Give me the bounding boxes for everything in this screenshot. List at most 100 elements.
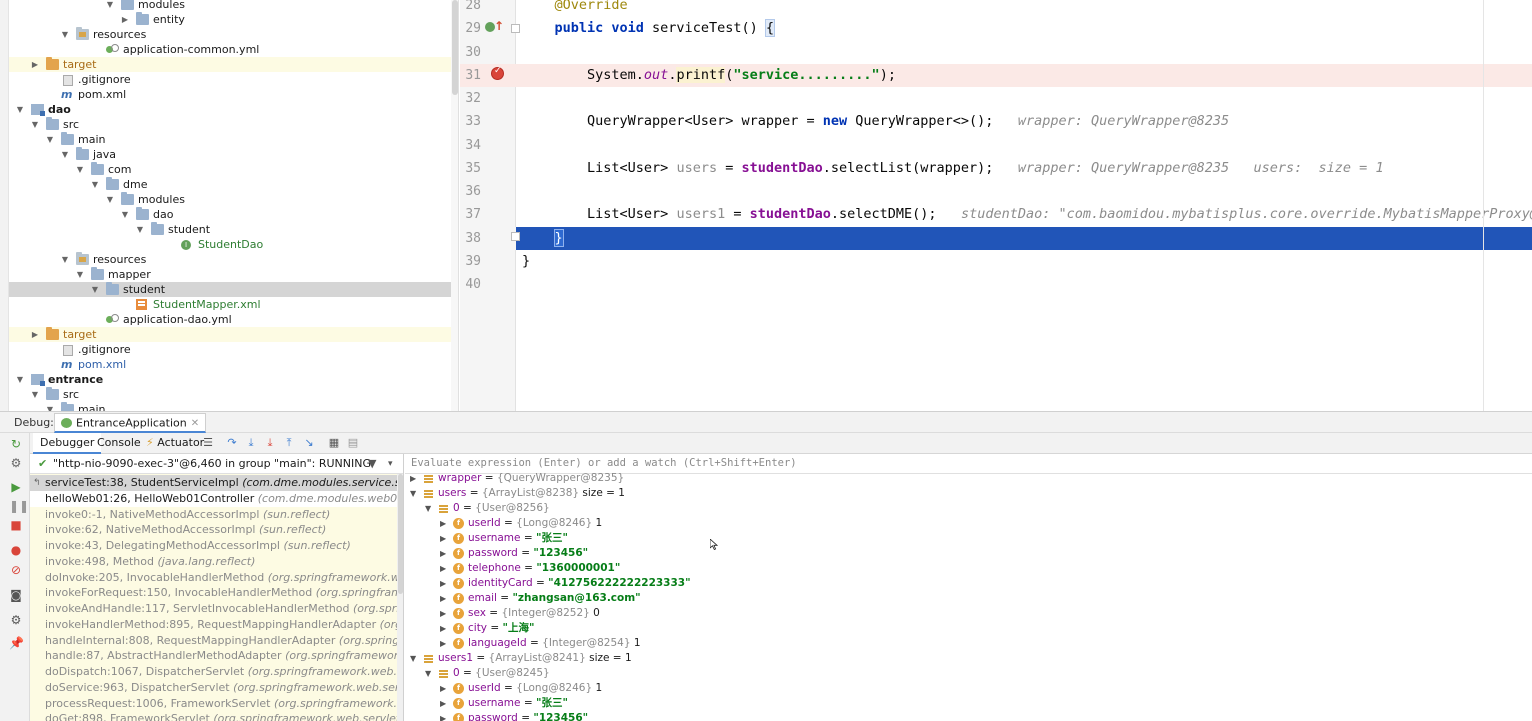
stack-frame[interactable]: helloWeb01:26, HelloWeb01Controller (com…	[30, 490, 403, 507]
filter-icon[interactable]: ▼	[368, 454, 376, 474]
chevron-down-icon[interactable]: ▼	[90, 177, 100, 192]
chevron-right-icon[interactable]: ▶	[440, 711, 446, 721]
tree-item[interactable]: .gitignore	[9, 342, 451, 357]
settings-wrench-icon[interactable]: ⚙	[9, 456, 23, 470]
tree-item[interactable]: ▼ src	[9, 117, 451, 132]
code-line[interactable]: 28 @Override	[460, 0, 1532, 17]
chevron-right-icon[interactable]: ▶	[440, 531, 446, 546]
tree-item[interactable]: ▶ entity	[9, 12, 451, 27]
tree-item[interactable]: ▶ target	[9, 57, 451, 72]
tree-item[interactable]: StudentMapper.xml	[9, 297, 451, 312]
tree-item[interactable]: ▼ dao	[9, 207, 451, 222]
pause-icon[interactable]: ❚❚	[9, 499, 29, 513]
tree-item[interactable]: ▼ dao	[9, 102, 451, 117]
code-line[interactable]: 34	[460, 134, 1532, 157]
code-line[interactable]: 39}	[460, 250, 1532, 273]
settings-icon[interactable]: ⚙	[9, 613, 23, 627]
variable-row[interactable]: ▶ f password = "123456"	[405, 546, 1532, 561]
variables-panel[interactable]: Evaluate expression (Enter) or add a wat…	[405, 454, 1532, 721]
tree-item[interactable]: I StudentDao	[9, 237, 451, 252]
chevron-right-icon[interactable]: ▶	[440, 516, 446, 531]
stack-frame[interactable]: doGet:898, FrameworkServlet (org.springf…	[30, 711, 403, 721]
stack-frame[interactable]: doDispatch:1067, DispatcherServlet (org.…	[30, 664, 403, 680]
code-line[interactable]: 35 List<User> users = studentDao.selectL…	[460, 157, 1532, 180]
tree-item[interactable]: ▼ java	[9, 147, 451, 162]
frames-scrollbar[interactable]	[397, 474, 403, 721]
fold-marker-icon[interactable]	[511, 232, 520, 241]
variable-row[interactable]: ▶ f email = "zhangsan@163.com"	[405, 591, 1532, 606]
chevron-down-icon[interactable]: ▼	[45, 132, 55, 147]
view-breakpoints-icon[interactable]: ●	[9, 543, 23, 557]
tree-item[interactable]: ▼ main	[9, 402, 451, 411]
run-to-cursor-icon[interactable]: ↘	[302, 436, 316, 450]
override-arrow-icon[interactable]: ↑	[494, 19, 504, 33]
chevron-down-icon[interactable]: ▾	[388, 454, 393, 474]
chevron-down-icon[interactable]: ▼	[425, 666, 431, 681]
tree-item[interactable]: ▼ src	[9, 387, 451, 402]
stack-frame[interactable]: invoke:62, NativeMethodAccessorImpl (sun…	[30, 522, 397, 538]
chevron-down-icon[interactable]: ▼	[105, 192, 115, 207]
variable-row[interactable]: ▶ f languageId = {Integer@8254} 1	[405, 636, 1532, 651]
chevron-right-icon[interactable]: ▶	[440, 621, 446, 636]
variable-row[interactable]: ▶ f password = "123456"	[405, 711, 1532, 721]
code-line[interactable]: 37 List<User> users1 = studentDao.select…	[460, 203, 1532, 226]
step-into-icon[interactable]: ⤓	[244, 436, 258, 450]
tree-item[interactable]: ▼ resources	[9, 252, 451, 267]
frames-scroll-thumb[interactable]	[398, 474, 403, 594]
tree-item[interactable]: ▼ com	[9, 162, 451, 177]
chevron-down-icon[interactable]: ▼	[90, 282, 100, 297]
stop-icon[interactable]: ■	[9, 518, 23, 532]
variable-row[interactable]: ▶ f username = "张三"	[405, 696, 1532, 711]
chevron-down-icon[interactable]: ▼	[135, 222, 145, 237]
evaluate-expression-icon[interactable]: ▦	[327, 436, 341, 450]
chevron-down-icon[interactable]: ▼	[75, 162, 85, 177]
code-line[interactable]: 40	[460, 273, 1532, 296]
stack-frame[interactable]: invoke:498, Method (java.lang.reflect)	[30, 554, 397, 570]
code-editor[interactable]: 28 @Override 29 public void serviceTest()…	[460, 0, 1532, 411]
chevron-down-icon[interactable]: ▼	[105, 0, 115, 12]
chevron-right-icon[interactable]: ▶	[410, 471, 416, 486]
code-line[interactable]: 33 QueryWrapper<User> wrapper = new Quer…	[460, 110, 1532, 133]
code-line[interactable]: 30	[460, 41, 1532, 64]
variable-row[interactable]: ▶ f userId = {Long@8246} 1	[405, 681, 1532, 696]
variable-row[interactable]: ▶ f city = "上海"	[405, 621, 1532, 636]
code-line[interactable]: 32	[460, 87, 1532, 110]
stack-frame[interactable]: ↰ serviceTest:38, StudentServiceImpl (com…	[30, 475, 403, 491]
stack-frame[interactable]: invokeAndHandle:117, ServletInvocableHan…	[30, 601, 403, 617]
tree-item[interactable]: ▼ mapper	[9, 267, 451, 282]
stack-frame[interactable]: invoke:43, DelegatingMethodAccessorImpl …	[30, 538, 397, 554]
resume-icon[interactable]: ▶	[9, 480, 23, 494]
chevron-down-icon[interactable]: ▼	[75, 267, 85, 282]
chevron-down-icon[interactable]: ▼	[45, 402, 55, 411]
tree-item[interactable]: ▼ modules	[9, 192, 451, 207]
chevron-down-icon[interactable]: ▼	[425, 501, 431, 516]
mute-breakpoints-icon[interactable]: ⊘	[9, 563, 23, 577]
step-out-icon[interactable]: ⤒	[282, 436, 296, 450]
tree-scroll-thumb[interactable]	[452, 0, 458, 95]
stack-frame[interactable]: processRequest:1006, FrameworkServlet (o…	[30, 696, 403, 712]
pin-icon[interactable]: 📌	[9, 636, 24, 650]
variable-row[interactable]: ▶ f userId = {Long@8246} 1	[405, 516, 1532, 531]
chevron-down-icon[interactable]: ▼	[15, 372, 25, 387]
chevron-right-icon[interactable]: ▶	[440, 576, 446, 591]
frames-panel[interactable]: ✔ "http-nio-9090-exec-3"@6,460 in group …	[30, 454, 404, 721]
rerun-icon[interactable]: ↻	[9, 437, 23, 451]
chevron-down-icon[interactable]: ▼	[60, 252, 70, 267]
tree-item[interactable]: application-common.yml	[9, 42, 451, 57]
tree-item[interactable]: ▼ main	[9, 132, 451, 147]
chevron-down-icon[interactable]: ▼	[410, 651, 416, 666]
layout-settings-icon[interactable]: ▤	[346, 436, 360, 450]
chevron-right-icon[interactable]: ▶	[440, 696, 446, 711]
chevron-right-icon[interactable]: ▶	[440, 636, 446, 651]
chevron-down-icon[interactable]: ▼	[30, 387, 40, 402]
chevron-down-icon[interactable]: ▼	[30, 117, 40, 132]
stack-frame[interactable]: handleInternal:808, RequestMappingHandle…	[30, 633, 403, 649]
tree-scrollbar[interactable]	[451, 0, 458, 411]
tree-item[interactable]: m pom.xml	[9, 87, 451, 102]
breakpoint-icon[interactable]	[491, 66, 504, 80]
stack-frame[interactable]: invoke0:-1, NativeMethodAccessorImpl (su…	[30, 507, 397, 523]
tree-item[interactable]: ▶ target	[9, 327, 451, 342]
code-line[interactable]: 31 System.out.printf("service.........")…	[460, 63, 1532, 87]
variable-row[interactable]: ▶ f telephone = "1360000001"	[405, 561, 1532, 576]
chevron-down-icon[interactable]: ▼	[15, 102, 25, 117]
